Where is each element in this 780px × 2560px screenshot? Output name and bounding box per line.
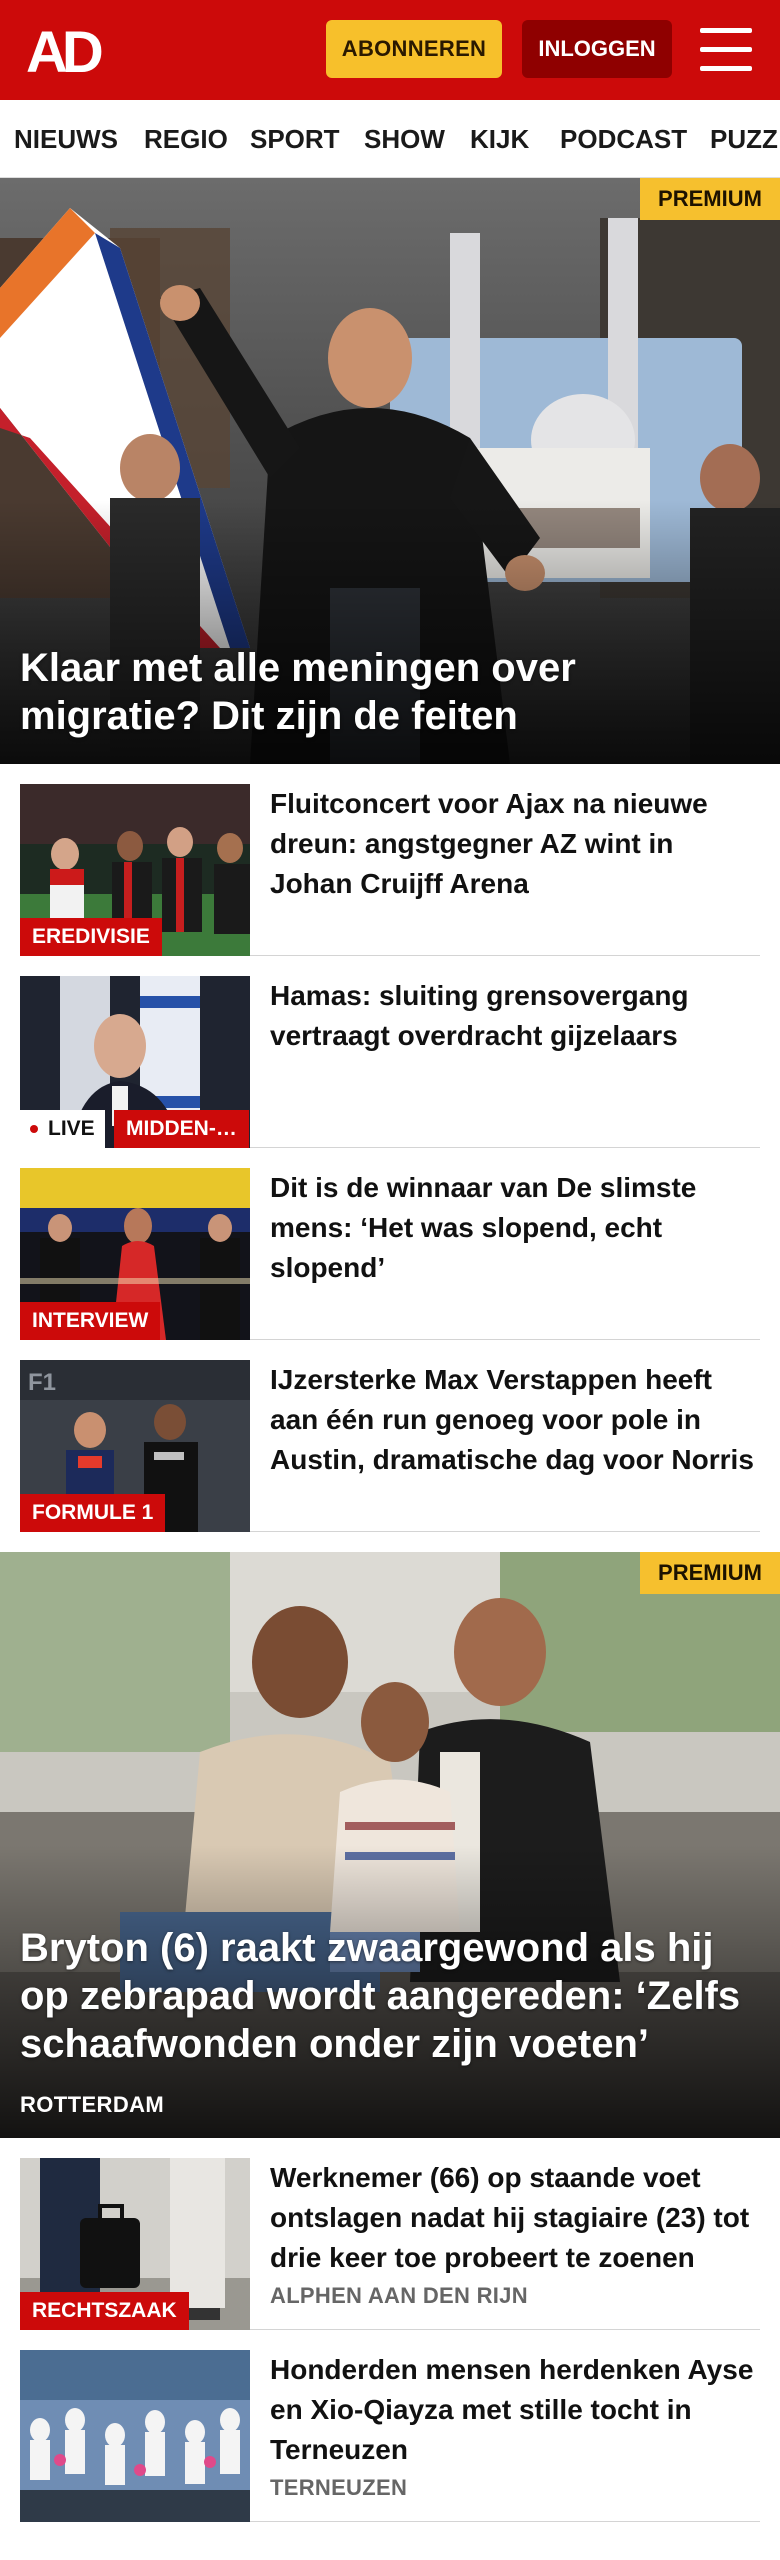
nav-item-podcast[interactable]: PODCAST [560, 100, 687, 177]
hero-headline[interactable]: Bryton (6) raakt zwaargewond als hij op … [20, 1924, 760, 2068]
list-item[interactable]: EREDIVISIE Fluitconcert voor Ajax na nie… [20, 764, 760, 956]
category-tag: RECHTSZAAK [20, 2292, 189, 2330]
nav-item-puzzel[interactable]: PUZZ [710, 100, 778, 177]
article-headline[interactable]: IJzersterke Max Verstappen heeft aan één… [270, 1360, 756, 1480]
login-button[interactable]: INLOGGEN [522, 20, 672, 78]
article-headline[interactable]: Fluitconcert voor Ajax na nieuwe dreun: … [270, 784, 756, 904]
article-thumbnail: EREDIVISIE [20, 784, 250, 956]
hero-location: ROTTERDAM [20, 2092, 165, 2117]
premium-badge: PREMIUM [640, 1552, 780, 1594]
article-location: TERNEUZEN [270, 2475, 408, 2500]
nav-item-nieuws[interactable]: NIEUWS [14, 100, 118, 177]
article-headline[interactable]: Werknemer (66) op staande voet ontslagen… [270, 2158, 756, 2278]
nav-item-regio[interactable]: REGIO [144, 100, 228, 177]
list-item[interactable]: INTERVIEW Dit is de winnaar van De slims… [20, 1148, 760, 1340]
category-tag: EREDIVISIE [20, 918, 162, 956]
article-thumbnail: LIVE MIDDEN-… [20, 976, 250, 1148]
section-nav: NIEUWS REGIO SPORT SHOW KIJK PODCAST PUZ… [0, 100, 780, 178]
ad-logo[interactable]: AD [26, 22, 118, 78]
article-thumbnail [20, 2350, 250, 2522]
article-thumbnail: INTERVIEW [20, 1168, 250, 1340]
hero-article-bryton[interactable]: PREMIUM Bryton (6) raakt zwaargewond als… [0, 1552, 780, 2138]
hamburger-menu-icon[interactable] [700, 28, 752, 72]
live-dot-icon [30, 1125, 38, 1133]
nav-item-show[interactable]: SHOW [364, 100, 445, 177]
premium-badge: PREMIUM [640, 178, 780, 220]
list-item[interactable]: F1 FORMULE 1 IJzersterke Max Verstappen … [20, 1340, 760, 1532]
nav-item-kijk[interactable]: KIJK [470, 100, 529, 177]
hero-headline[interactable]: Klaar met alle meningen over migratie? D… [20, 644, 760, 740]
svg-text:F1: F1 [28, 1369, 56, 1396]
list-item[interactable]: RECHTSZAAK Werknemer (66) op staande voe… [20, 2138, 760, 2330]
article-thumbnail: F1 FORMULE 1 [20, 1360, 250, 1532]
list-item[interactable]: Honderden mensen herdenken Ayse en Xio-Q… [20, 2330, 760, 2522]
category-tag: INTERVIEW [20, 1302, 161, 1340]
article-headline[interactable]: Honderden mensen herdenken Ayse en Xio-Q… [270, 2350, 756, 2470]
hero-article-migratie[interactable]: PREMIUM Klaar met alle meningen over mig… [0, 178, 780, 764]
nav-item-sport[interactable]: SPORT [250, 100, 340, 177]
live-label: LIVE [48, 1117, 95, 1140]
article-location: ALPHEN AAN DEN RIJN [270, 2283, 528, 2308]
subscribe-button[interactable]: ABONNEREN [326, 20, 502, 78]
article-headline[interactable]: Dit is de winnaar van De slimste mens: ‘… [270, 1168, 756, 1288]
category-tag: MIDDEN-… [114, 1110, 249, 1148]
live-indicator: LIVE [20, 1110, 105, 1148]
article-headline[interactable]: Hamas: sluiting grensovergang vertraagt … [270, 976, 756, 1056]
svg-text:AD: AD [26, 22, 102, 78]
category-tag: FORMULE 1 [20, 1494, 166, 1532]
list-item[interactable]: LIVE MIDDEN-… Hamas: sluiting grensoverg… [20, 956, 760, 1148]
top-bar: AD ABONNEREN INLOGGEN [0, 0, 780, 100]
article-thumbnail: RECHTSZAAK [20, 2158, 250, 2330]
